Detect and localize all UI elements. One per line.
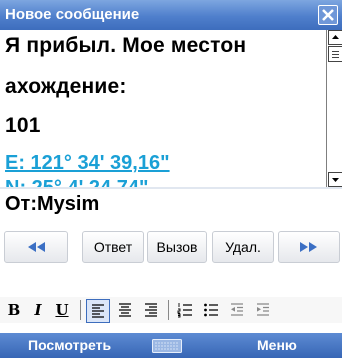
align-right-icon — [145, 303, 157, 317]
menu-softkey[interactable]: Меню — [257, 337, 297, 353]
coordinate-link-east[interactable]: E: 121° 34' 39,16" — [5, 152, 170, 175]
reply-button[interactable]: Ответ — [82, 231, 144, 263]
popup-title-bar: Новое сообщение — [0, 0, 342, 30]
previous-message-button[interactable] — [4, 231, 68, 263]
softkey-bar: Посмотреть Меню — [0, 333, 342, 358]
toolbar-separator — [168, 300, 169, 320]
scroll-thumb[interactable] — [328, 46, 342, 62]
call-button[interactable]: Вызов — [147, 231, 207, 263]
sender-label: От:Mysim — [5, 193, 100, 215]
bold-button[interactable]: B — [4, 299, 24, 321]
scroll-down-arrow-icon — [332, 178, 339, 182]
underline-button[interactable]: U — [52, 299, 72, 321]
divider — [0, 187, 342, 189]
scroll-up-button[interactable] — [328, 30, 342, 45]
popup-title: Новое сообщение — [5, 6, 140, 23]
message-line-1: Я прибыл. Мое местон — [5, 34, 247, 57]
scroll-down-button[interactable] — [328, 172, 342, 187]
align-right-button[interactable] — [140, 299, 162, 321]
message-scrollbar[interactable] — [326, 30, 342, 187]
scroll-up-arrow-icon — [332, 35, 339, 39]
numbered-list-icon — [177, 303, 192, 318]
align-left-icon — [92, 304, 104, 318]
delete-button[interactable]: Удал. — [212, 231, 274, 263]
numbered-list-button[interactable] — [174, 299, 196, 321]
align-center-icon — [119, 303, 131, 317]
message-line-2: ахождение: — [5, 75, 127, 98]
italic-button[interactable]: I — [28, 299, 48, 321]
coordinate-link-north[interactable]: N: 25° 4' 24,74" — [5, 177, 148, 187]
outdent-button[interactable] — [226, 299, 248, 321]
message-line-3: 101 — [5, 114, 41, 137]
bulleted-list-button[interactable] — [200, 299, 222, 321]
next-message-button[interactable] — [278, 231, 340, 263]
align-center-button[interactable] — [114, 299, 136, 321]
indent-button[interactable] — [252, 299, 274, 321]
popup-button-row: Ответ Вызов Удал. — [0, 226, 342, 272]
new-message-popup: Новое сообщение Я прибыл. Мое местон ахо… — [0, 0, 342, 272]
bulleted-list-icon — [204, 303, 218, 317]
fast-forward-icon — [300, 242, 317, 252]
message-body[interactable]: Я прибыл. Мое местон ахождение: 101 E: 1… — [0, 30, 326, 187]
outdent-icon — [231, 303, 243, 316]
toolbar-separator — [80, 300, 81, 320]
close-x-icon — [322, 9, 334, 21]
indent-icon — [257, 303, 269, 316]
align-left-button[interactable] — [86, 299, 110, 323]
keyboard-icon[interactable] — [152, 339, 182, 353]
rewind-icon — [28, 242, 45, 252]
close-button[interactable] — [318, 5, 338, 25]
view-softkey[interactable]: Посмотреть — [28, 337, 111, 353]
formatting-toolbar: B I U — [0, 297, 342, 323]
